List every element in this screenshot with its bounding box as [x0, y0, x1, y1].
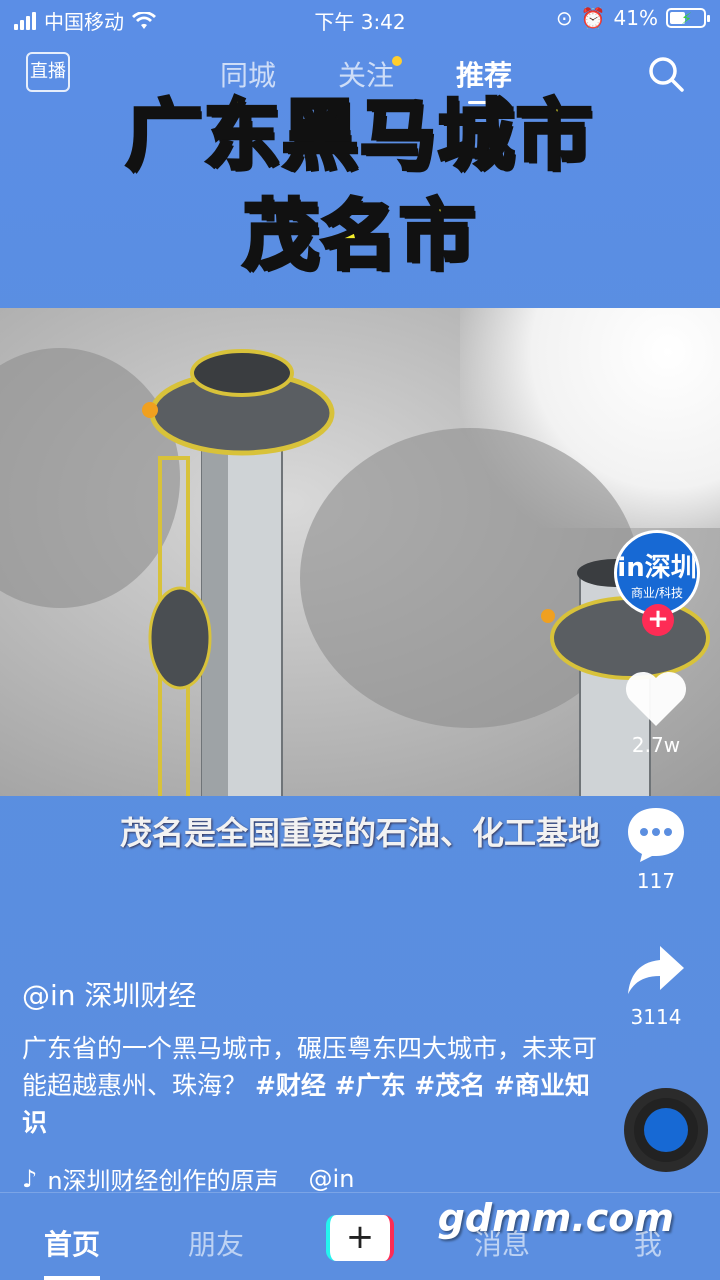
music-disc[interactable]: [624, 1088, 708, 1172]
active-tab-indicator: [44, 1276, 100, 1280]
lock-rotation-icon: ⊙: [555, 6, 573, 30]
comment-button[interactable]: 117: [606, 804, 706, 893]
nav-friends[interactable]: 朋友: [188, 1223, 244, 1263]
share-count: 3114: [630, 1005, 682, 1029]
title-line-1: 广东黑马城市: [124, 89, 594, 182]
share-button[interactable]: 3114: [606, 942, 706, 1029]
author-name[interactable]: @in 深圳财经: [22, 974, 602, 1014]
avatar-text: in深圳: [617, 553, 697, 583]
sound-title: n深圳财经创作的原声: [47, 1167, 279, 1195]
avatar-subtext: 商业/科技: [630, 586, 684, 600]
battery-percent: 41%: [613, 6, 658, 30]
like-button[interactable]: 2.7w: [606, 670, 706, 757]
video-title: 广东黑马城市 茂名市: [0, 86, 720, 286]
sound-author: @in: [308, 1164, 355, 1193]
status-bar: 中国移动 下午 3:42 ⊙ ⏰ 41% ⚡: [0, 0, 720, 36]
share-arrow-icon: [628, 946, 684, 994]
comment-icon: [628, 808, 684, 862]
alarm-icon: ⏰: [580, 6, 606, 30]
bottom-nav: 首页 朋友 + 消息 我: [0, 1192, 720, 1280]
heart-icon: [625, 671, 687, 726]
chimney-tower-left: [142, 349, 335, 796]
nav-me[interactable]: 我: [634, 1223, 662, 1263]
screen: 中国移动 下午 3:42 ⊙ ⏰ 41% ⚡ 直播 同城 关注 推荐 广东黑马城…: [0, 0, 720, 1280]
description: 广东省的一个黑马城市，碾压粤东四大城市，未来可能超越惠州、珠海？ #财经 #广东…: [22, 1030, 602, 1141]
nav-messages[interactable]: 消息: [474, 1223, 530, 1263]
create-plus-button[interactable]: +: [326, 1215, 394, 1261]
music-note-icon: ♪: [22, 1164, 38, 1193]
disc-cover: [644, 1108, 688, 1152]
video-info: @in 深圳财经 广东省的一个黑马城市，碾压粤东四大城市，未来可能超越惠州、珠海…: [22, 974, 602, 1196]
comment-count: 117: [636, 869, 676, 893]
follow-plus-button[interactable]: +: [642, 604, 674, 636]
sound-row[interactable]: ♪ n深圳财经创作的原声 @in: [22, 1161, 602, 1196]
battery-icon: ⚡: [666, 8, 710, 28]
like-count: 2.7w: [631, 733, 681, 757]
nav-home[interactable]: 首页: [44, 1223, 100, 1263]
title-line-2: 茂名市: [241, 189, 477, 282]
notification-dot: [392, 56, 403, 66]
